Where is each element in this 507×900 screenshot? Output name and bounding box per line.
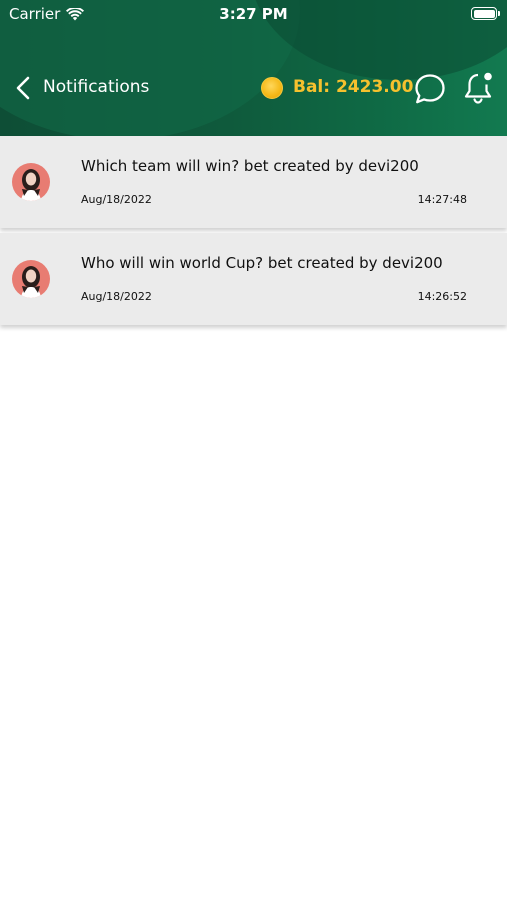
balance-label: Bal: 2423.00 [293, 77, 414, 97]
bell-icon[interactable] [461, 70, 497, 106]
back-chevron-icon[interactable] [14, 76, 34, 100]
notification-message: Who will win world Cup? bet created by d… [81, 254, 443, 272]
page-title: Notifications [43, 77, 150, 97]
header: Carrier 3:27 PM Notifications Bal: 2423.… [0, 0, 507, 136]
notification-item[interactable]: Who will win world Cup? bet created by d… [0, 233, 507, 325]
status-bar: Carrier 3:27 PM [0, 0, 507, 28]
chat-bubble-icon[interactable] [413, 72, 447, 106]
notification-time: 14:27:48 [417, 193, 467, 206]
avatar [12, 260, 50, 298]
avatar [12, 163, 50, 201]
notification-date: Aug/18/2022 [81, 193, 152, 206]
battery-icon [471, 7, 500, 20]
notification-time: 14:26:52 [417, 290, 467, 303]
nav-bar: Notifications Bal: 2423.00 [0, 66, 507, 110]
coin-icon [261, 77, 283, 99]
notification-date: Aug/18/2022 [81, 290, 152, 303]
notification-message: Which team will win? bet created by devi… [81, 157, 419, 175]
notification-item[interactable]: Which team will win? bet created by devi… [0, 136, 507, 228]
status-time: 3:27 PM [219, 5, 288, 23]
